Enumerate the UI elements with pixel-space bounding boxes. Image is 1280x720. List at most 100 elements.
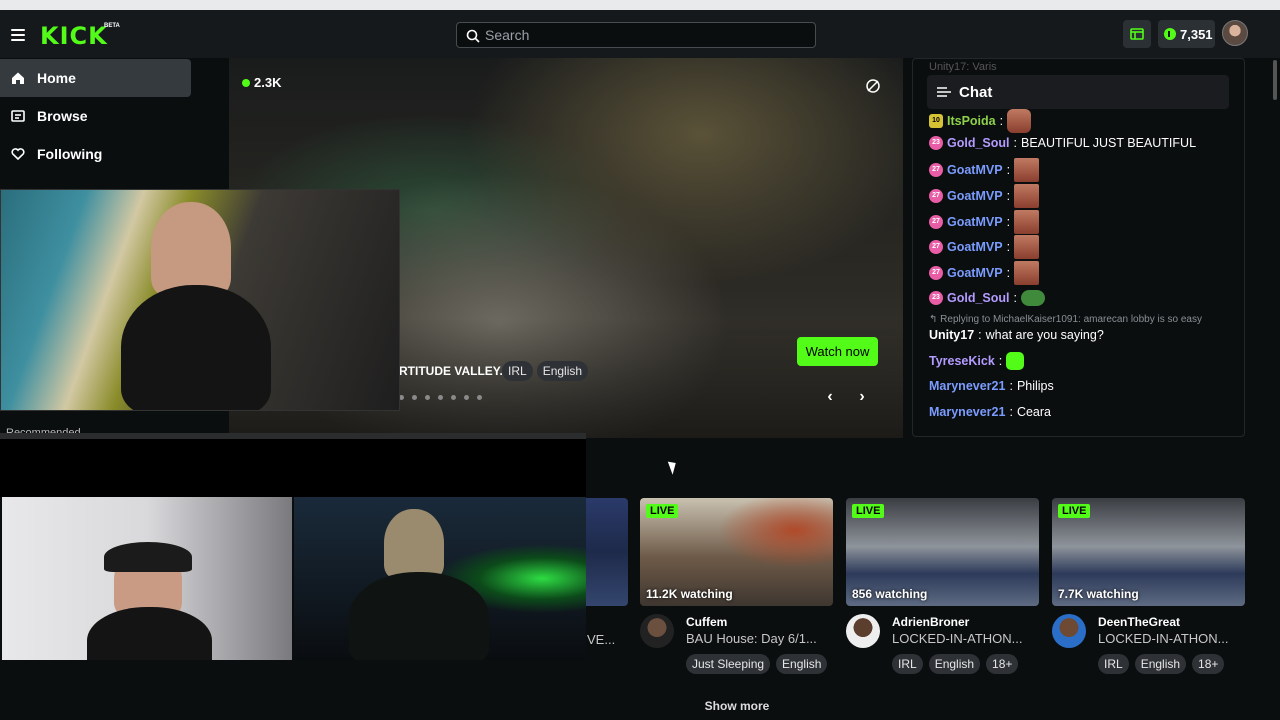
chat-username[interactable]: GoatMVP [947, 266, 1003, 280]
mute-icon[interactable] [865, 78, 881, 94]
channel-name[interactable]: Cuffem [686, 615, 727, 629]
carousel-dot[interactable] [477, 395, 482, 400]
channel-name[interactable]: DeenTheGreat [1098, 615, 1180, 629]
watch-now-button[interactable]: Watch now [797, 337, 878, 366]
chat-collapse-icon[interactable] [937, 86, 951, 98]
menu-icon[interactable] [11, 29, 25, 41]
chat-username[interactable]: GoatMVP [947, 240, 1003, 254]
channel-avatar[interactable] [640, 614, 674, 648]
chat-message: 23 Gold_Soul: [929, 290, 1045, 306]
tag-chip[interactable]: English [1134, 654, 1187, 674]
subscriber-badge: 10 [929, 114, 943, 128]
chat-separator: : [1013, 291, 1017, 305]
emote-image [1014, 184, 1040, 208]
kick-logo[interactable]: KICK [40, 22, 108, 50]
sidebar-item-browse[interactable]: Browse [0, 97, 191, 135]
emote-image [1014, 235, 1040, 259]
emote-image [1014, 210, 1040, 234]
streamer-head [151, 202, 231, 297]
sidebar-item-following[interactable]: Following [0, 135, 191, 173]
coin-count: 7,351 [1180, 26, 1213, 42]
chat-message: Marynever21: Ceara [929, 405, 1051, 419]
stream-thumbnail[interactable]: LIVE 11.2K watching [640, 498, 833, 606]
reply-context: ↰ Replying to MichaelKaiser1091: amareca… [929, 314, 1202, 325]
viewer-count-value: 2.3K [254, 75, 282, 90]
search-bar[interactable] [456, 22, 816, 48]
chat-message: Unity17: what are you saying? [929, 328, 1104, 342]
tag-chip[interactable]: English [536, 361, 589, 381]
tag-chip[interactable]: IRL [1098, 654, 1129, 674]
stream-title[interactable]: BAU House: Day 6/1... [686, 631, 817, 646]
carousel-dot[interactable] [425, 395, 430, 400]
tag-chip[interactable]: English [928, 654, 981, 674]
tag-chip[interactable]: IRL [502, 361, 533, 381]
chat-username[interactable]: TyreseKick [929, 354, 995, 368]
guest-body [349, 572, 489, 660]
chat-username[interactable]: Marynever21 [929, 405, 1005, 419]
chat-username[interactable]: GoatMVP [947, 163, 1003, 177]
channel-avatar[interactable] [1052, 614, 1086, 648]
chat-username[interactable]: ItsPoida [947, 114, 996, 128]
search-icon [466, 29, 480, 43]
sidebar-item-home[interactable]: Home [0, 59, 191, 97]
chat-message: 27 GoatMVP: [929, 261, 1040, 285]
carousel-next-button[interactable]: › [853, 388, 871, 406]
search-input[interactable] [485, 26, 805, 44]
stream-title[interactable]: LOCKED-IN-ATHON... [892, 631, 1023, 646]
chat-message: 27 GoatMVP: [929, 158, 1040, 182]
sidebar: Home Browse Following [0, 58, 200, 188]
streamer-body [121, 285, 271, 410]
carousel-dot[interactable] [412, 395, 417, 400]
chat-text: what are you saying? [985, 328, 1104, 342]
stream-thumbnail[interactable]: LIVE 7.7K watching [1052, 498, 1245, 606]
carousel-dot[interactable] [438, 395, 443, 400]
chat-username[interactable]: Unity17 [929, 328, 974, 342]
carousel-dot[interactable] [464, 395, 469, 400]
emote-image [1006, 352, 1025, 370]
webcam-overlay-guest-1 [2, 497, 292, 660]
stream-title[interactable]: LOCKED-IN-ATHON... [1098, 631, 1229, 646]
chat-title: Chat [959, 83, 993, 101]
chat-username[interactable]: GoatMVP [947, 215, 1003, 229]
channel-name[interactable]: AdrienBroner [892, 615, 969, 629]
webcam-overlay-main [0, 189, 400, 411]
viewer-count: 856 watching [852, 587, 928, 601]
chat-separator: : [998, 354, 1003, 368]
mouse-cursor-icon [667, 459, 680, 475]
stream-card[interactable]: LIVE 11.2K watching Cuffem BAU House: Da… [640, 498, 833, 674]
stream-tags: Just Sleeping English [686, 654, 828, 674]
subscriber-badge: 27 [929, 215, 943, 229]
viewer-count: 7.7K watching [1058, 587, 1139, 601]
subscriber-badge: 27 [929, 189, 943, 203]
kicks-balance-button[interactable]: 7,351 [1158, 20, 1215, 48]
chat-message: 10 ItsPoida: [929, 109, 1032, 133]
overlay-window-bar[interactable] [0, 433, 586, 439]
tag-chip[interactable]: English [776, 654, 828, 674]
stream-thumbnail[interactable]: LIVE 856 watching [846, 498, 1039, 606]
creator-dashboard-button[interactable] [1123, 20, 1151, 48]
carousel-prev-button[interactable]: ‹ [821, 388, 839, 406]
chat-message: 27 GoatMVP: [929, 184, 1040, 208]
stream-card[interactable]: LIVE 856 watching AdrienBroner LOCKED-IN… [846, 498, 1039, 674]
chat-username[interactable]: GoatMVP [947, 189, 1003, 203]
chat-username[interactable]: Gold_Soul [947, 136, 1010, 150]
chat-username[interactable]: Marynever21 [929, 379, 1005, 393]
chat-text: Philips [1016, 379, 1054, 393]
tag-chip[interactable]: 18+ [1192, 654, 1225, 674]
tag-chip[interactable]: 18+ [986, 654, 1019, 674]
tag-chip[interactable]: Just Sleeping [686, 654, 771, 674]
tag-chip[interactable]: IRL [892, 654, 923, 674]
channel-avatar[interactable] [846, 614, 880, 648]
user-avatar[interactable] [1222, 20, 1248, 46]
stream-card[interactable]: LIVE 7.7K watching DeenTheGreat LOCKED-I… [1052, 498, 1245, 674]
chat-separator: : [1013, 136, 1017, 150]
show-more-button[interactable]: Show more [692, 696, 782, 716]
live-badge: LIVE [852, 504, 885, 518]
chat-separator: : [1009, 405, 1013, 419]
home-icon [12, 72, 24, 84]
subscriber-badge: 23 [929, 291, 943, 305]
chat-username[interactable]: Gold_Soul [947, 291, 1010, 305]
subscriber-badge: 27 [929, 240, 943, 254]
page-scrollbar[interactable] [1273, 60, 1277, 100]
carousel-dot[interactable] [451, 395, 456, 400]
